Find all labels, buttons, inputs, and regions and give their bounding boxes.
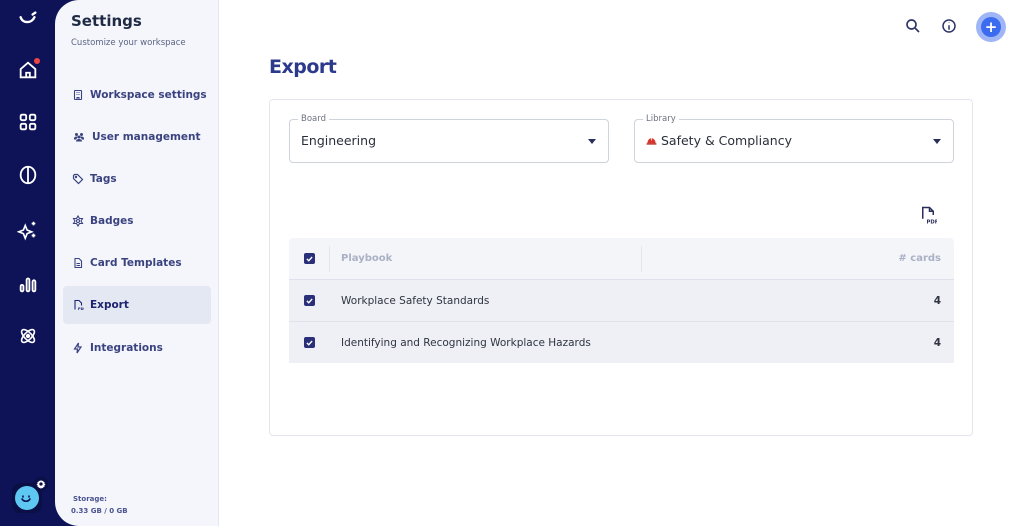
- nav-item-label: User management: [92, 131, 201, 143]
- column-header-playbook[interactable]: Playbook: [330, 238, 894, 279]
- nav-item-tags[interactable]: Tags: [63, 160, 211, 198]
- nav-item-user-management[interactable]: User management: [63, 118, 211, 156]
- card-count: 4: [933, 294, 941, 307]
- add-button[interactable]: +: [976, 12, 1006, 42]
- table-row[interactable]: Identifying and Recognizing Workplace Ha…: [289, 321, 954, 363]
- pdf-export-icon[interactable]: PDF: [918, 204, 938, 226]
- nav-item-badges[interactable]: Badges: [63, 202, 211, 240]
- brain-icon[interactable]: [14, 161, 42, 189]
- library-select-value: Safety & Compliancy: [661, 133, 792, 148]
- nav-item-export[interactable]: PDF Export: [63, 286, 211, 324]
- table-row[interactable]: Workplace Safety Standards 4: [289, 279, 954, 321]
- library-select[interactable]: Library Safety & Compliancy: [634, 114, 954, 163]
- svg-text:PDF: PDF: [78, 307, 84, 311]
- nav-item-card-templates[interactable]: Card Templates: [63, 244, 211, 282]
- atom-icon[interactable]: [14, 322, 42, 350]
- logo-icon[interactable]: [14, 6, 42, 34]
- playbook-name: Identifying and Recognizing Workplace Ha…: [341, 336, 591, 349]
- chevron-down-icon: [588, 139, 596, 144]
- pdf-file-icon: PDF: [72, 299, 84, 311]
- nav-item-label: Workspace settings: [90, 89, 207, 101]
- app-window: Settings Customize your workspace Worksp…: [0, 0, 1024, 526]
- document-icon: [72, 257, 84, 269]
- storage-label: Storage:: [73, 495, 107, 503]
- plus-icon: +: [981, 17, 1001, 37]
- playbook-table: Playbook # cards Workplace Safety Standa…: [289, 238, 954, 363]
- settings-subtitle: Customize your workspace: [71, 38, 186, 48]
- board-select-value: Engineering: [301, 133, 376, 148]
- row-checkbox[interactable]: [303, 337, 315, 348]
- table-header: Playbook # cards: [289, 238, 954, 279]
- icon-rail: [0, 0, 55, 526]
- library-select-label: Library: [643, 114, 679, 124]
- tag-icon: [72, 173, 84, 185]
- users-icon: [72, 131, 86, 143]
- helmet-icon: [646, 137, 657, 145]
- home-icon[interactable]: [14, 56, 42, 84]
- page-title: Export: [269, 56, 337, 78]
- select-all-checkbox[interactable]: [303, 253, 315, 264]
- playbook-name: Workplace Safety Standards: [341, 294, 490, 307]
- nav-item-integrations[interactable]: Integrations: [63, 329, 211, 367]
- notification-dot: [34, 58, 40, 64]
- bar-chart-icon[interactable]: [14, 270, 42, 298]
- row-checkbox[interactable]: [303, 295, 315, 306]
- export-card: Board Engineering Library Safety & Compl…: [269, 99, 973, 436]
- info-icon[interactable]: [937, 14, 961, 38]
- building-icon: [72, 89, 84, 101]
- svg-text:PDF: PDF: [927, 219, 938, 225]
- avatar-face-icon: [15, 486, 39, 510]
- chevron-down-icon: [933, 139, 941, 144]
- sparkles-icon[interactable]: [14, 216, 42, 244]
- search-icon[interactable]: [901, 14, 925, 38]
- nav-item-label: Card Templates: [90, 257, 182, 269]
- board-select-label: Board: [298, 114, 329, 124]
- card-count: 4: [933, 336, 941, 349]
- nav-item-label: Tags: [90, 173, 117, 185]
- storage-value: 0.33 GB / 0 GB: [71, 507, 128, 515]
- board-select[interactable]: Board Engineering: [289, 114, 609, 163]
- nav-item-label: Export: [90, 299, 129, 311]
- settings-panel: Settings Customize your workspace Worksp…: [55, 0, 219, 526]
- library-select-value-wrap: Safety & Compliancy: [646, 133, 792, 148]
- main-content: + Export Board Engineering Library Safet…: [219, 0, 1024, 526]
- lightning-icon: [72, 342, 84, 354]
- column-header-cards[interactable]: # cards: [894, 253, 954, 264]
- nav-item-label: Badges: [90, 215, 134, 227]
- user-avatar[interactable]: [12, 477, 48, 513]
- settings-title: Settings: [71, 12, 142, 30]
- grid-icon[interactable]: [14, 108, 42, 136]
- gear-icon[interactable]: [34, 477, 48, 491]
- column-divider: [641, 245, 642, 272]
- nav-item-label: Integrations: [90, 342, 163, 354]
- badge-icon: [72, 215, 84, 227]
- nav-item-workspace-settings[interactable]: Workspace settings: [63, 76, 211, 114]
